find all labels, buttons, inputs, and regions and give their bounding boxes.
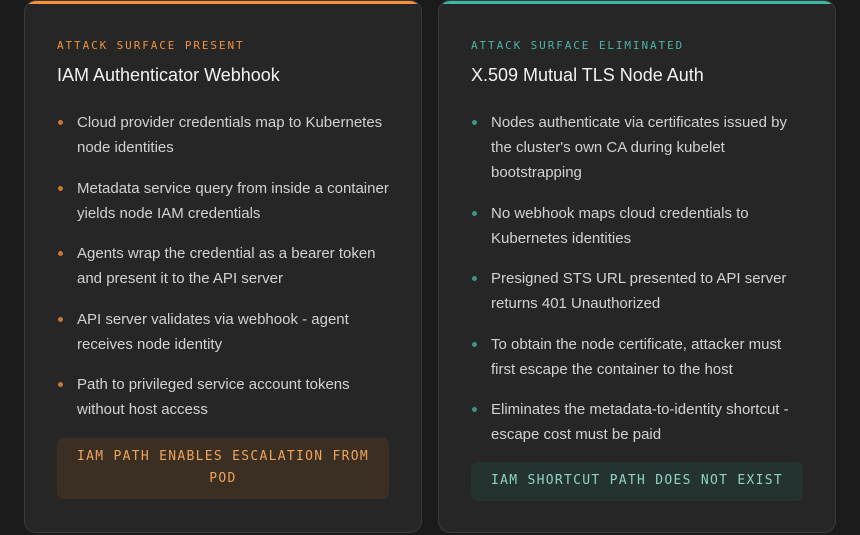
bullet-dot-icon [472,341,477,347]
bullet-dot-icon [58,382,63,387]
card-eyebrow: ATTACK SURFACE PRESENT [57,39,245,52]
list-item: API server validates via webhook - agent… [57,307,389,357]
list-item-text: API server validates via webhook - agent… [77,310,349,353]
card-item-list: Cloud provider credentials map to Kubern… [57,110,389,422]
list-item: Path to privileged service account token… [57,372,389,422]
bullet-dot-icon [58,251,63,256]
list-item-text: Cloud provider credentials map to Kubern… [77,114,383,156]
list-item: Presigned STS URL presented to API serve… [471,266,803,316]
bullet-dot-icon [472,210,477,216]
list-item: Metadata service query from inside a con… [57,176,389,226]
verdict-badge: IAM PATH ENABLES ESCALATION FROM POD [57,438,389,499]
list-item-text: Eliminates the metadata-to-identity shor… [491,401,789,443]
list-item-text: To obtain the node certificate, attacker… [491,335,782,378]
bullet-dot-icon [58,316,63,322]
card-eyebrow: ATTACK SURFACE ELIMINATED [471,39,685,52]
list-item: To obtain the node certificate, attacker… [471,332,803,382]
card-title: X.509 Mutual TLS Node Auth [471,65,704,85]
list-item: Cloud provider credentials map to Kubern… [57,110,389,160]
bullet-dot-icon [472,120,477,125]
bullet-dot-icon [58,120,63,125]
list-item-text: Path to privileged service account token… [77,376,350,418]
list-item: No webhook maps cloud credentials to Kub… [471,201,803,251]
list-item-text: Presigned STS URL presented to API serve… [491,270,787,312]
attack-surface-eliminated-card: ATTACK SURFACE ELIMINATED X.509 Mutual T… [438,0,836,533]
bullet-dot-icon [472,276,477,281]
card-item-list: Nodes authenticate via certificates issu… [471,110,803,447]
bullet-dot-icon [58,185,63,191]
list-item-text: Agents wrap the credential as a bearer t… [77,245,376,287]
verdict-badge: IAM SHORTCUT PATH DOES NOT EXIST [471,462,803,501]
card-title: IAM Authenticator Webhook [57,65,280,85]
bullet-dot-icon [472,407,477,412]
list-item: Eliminates the metadata-to-identity shor… [471,397,803,447]
list-item-text: Nodes authenticate via certificates issu… [491,114,787,181]
attack-surface-present-card: ATTACK SURFACE PRESENT IAM Authenticator… [24,0,422,533]
list-item: Nodes authenticate via certificates issu… [471,110,803,185]
list-item-text: Metadata service query from inside a con… [77,179,389,222]
list-item-text: No webhook maps cloud credentials to Kub… [491,204,749,247]
list-item: Agents wrap the credential as a bearer t… [57,241,389,291]
